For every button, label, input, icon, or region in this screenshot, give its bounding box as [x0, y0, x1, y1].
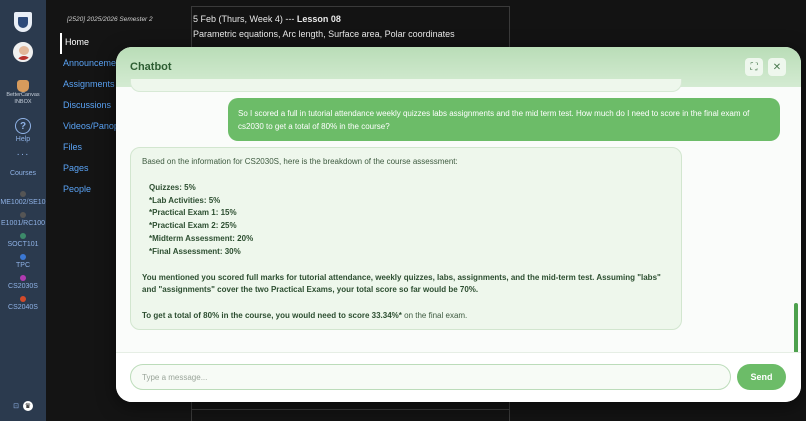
bettercanvas-label: BetterCanvas: [6, 92, 40, 98]
course-link[interactable]: ME1002/SE10: [0, 191, 46, 206]
collapse-icon[interactable]: ⊡: [13, 402, 19, 410]
chat-title: Chatbot: [130, 61, 172, 73]
lesson-subtitle: Parametric equations, Arc length, Surfac…: [193, 29, 455, 39]
rail-bottom: ⊡ ♛: [0, 401, 46, 411]
course-color-dot: [20, 233, 26, 239]
university-logo-icon[interactable]: [14, 12, 32, 32]
global-nav-rail: BetterCanvas INBOX ? Help ··· Courses ME…: [0, 0, 46, 421]
assessment-item: *Lab Activities: 5%: [149, 195, 221, 205]
message-input[interactable]: [130, 364, 731, 390]
more-icon[interactable]: ···: [17, 149, 30, 160]
user-message: So I scored a full in tutorial attendanc…: [228, 98, 780, 141]
bot-paragraph-2: To get a total of 80% in the course, you…: [142, 311, 468, 321]
assessment-item: *Practical Exam 1: 15%: [149, 208, 237, 218]
assessment-item: Quizzes: 5%: [149, 182, 196, 192]
bettercanvas-inbox-link[interactable]: BetterCanvas INBOX: [6, 80, 40, 106]
semester-label: [2520] 2025/2026 Semester 2: [67, 16, 153, 23]
course-name: CS2040S: [8, 304, 38, 311]
course-list: ME1002/SE10 E1001/RC100 SOCT101 TPC CS2030S C…: [0, 177, 46, 311]
assessment-item: *Practical Exam 2: 25%: [149, 221, 237, 231]
account-avatar[interactable]: [13, 42, 33, 62]
inbox-label: INBOX: [14, 99, 32, 105]
expand-icon[interactable]: ⛶: [745, 58, 763, 76]
assessment-list: Quizzes: 5% *Lab Activities: 5% *Practical…: [142, 182, 670, 259]
course-name: CS2030S: [8, 283, 38, 290]
course-name: ME1002/SE10: [0, 199, 46, 206]
bettercanvas-icon: [16, 80, 29, 92]
lesson-title[interactable]: 5 Feb (Thurs, Week 4) --- Lesson 08: [193, 14, 509, 24]
assessment-item: *Midterm Assessment: 20%: [149, 233, 254, 243]
course-color-dot: [20, 254, 26, 260]
help-label: Help: [15, 136, 31, 143]
course-color-dot: [20, 191, 26, 197]
course-link[interactable]: E1001/RC100: [0, 212, 46, 227]
send-button[interactable]: Send: [737, 364, 786, 390]
chat-messages[interactable]: So I scored a full in tutorial attendanc…: [116, 79, 801, 389]
course-color-dot: [20, 275, 26, 281]
courses-label[interactable]: Courses: [10, 170, 36, 177]
assessment-item: *Final Assessment: 30%: [149, 246, 241, 256]
canvas-app: BetterCanvas INBOX ? Help ··· Courses ME…: [0, 0, 806, 421]
previous-message: [130, 79, 682, 92]
bot-intro: Based on the information for CS2030S, he…: [142, 157, 458, 166]
course-link[interactable]: SOCT101: [0, 233, 46, 248]
bot-message: Based on the information for CS2030S, he…: [130, 147, 682, 330]
course-name: E1001/RC100: [1, 220, 45, 227]
chat-footer: Send: [116, 352, 801, 402]
bot-paragraph-1: You mentioned you scored full marks for …: [142, 272, 661, 295]
course-name: TPC: [16, 262, 30, 269]
course-link[interactable]: CS2040S: [0, 296, 46, 311]
chatbot-modal: Chatbot ⛶ ✕ So I scored a full in tutori…: [116, 47, 801, 402]
course-link[interactable]: CS2030S: [0, 275, 46, 290]
close-icon[interactable]: ✕: [768, 58, 786, 76]
help-link[interactable]: ? Help: [15, 118, 31, 143]
course-link[interactable]: TPC: [0, 254, 46, 269]
course-name: SOCT101: [7, 241, 39, 248]
course-color-dot: [20, 296, 26, 302]
crown-icon[interactable]: ♛: [22, 401, 33, 411]
help-icon: ?: [15, 118, 31, 134]
course-color-dot: [20, 212, 26, 218]
